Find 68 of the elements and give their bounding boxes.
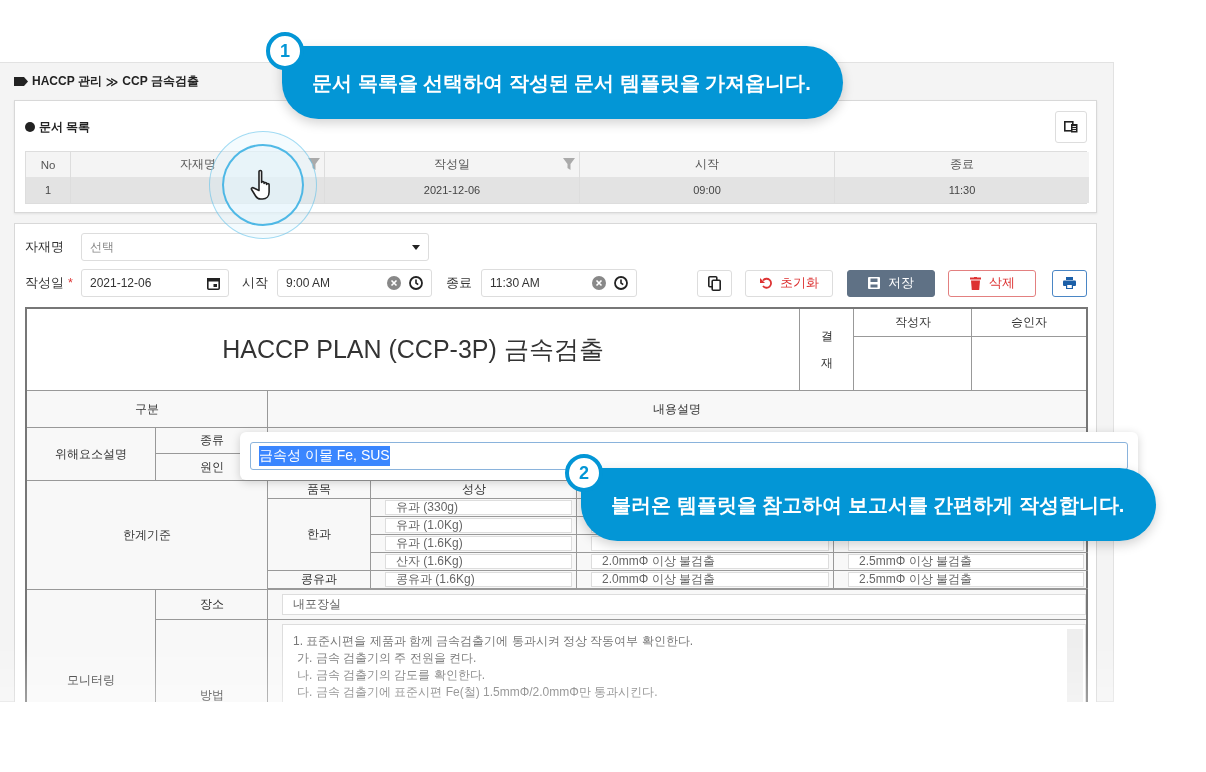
required-mark: * (68, 275, 73, 290)
save-button[interactable]: 저장 (847, 269, 935, 297)
date-field[interactable]: 2021-12-06 (81, 269, 229, 297)
input-field[interactable]: 내포장실 (282, 594, 1086, 615)
row-label: 모니터링 (27, 590, 156, 770)
signer-header: 작성자 (854, 309, 972, 337)
clear-icon[interactable] (592, 276, 606, 290)
row-label: 위해요소설명 (27, 428, 156, 481)
calendar-icon[interactable] (207, 276, 220, 290)
column-header[interactable]: 종료 (835, 152, 1089, 177)
input-field[interactable]: 2.5mmΦ 이상 불검출 (848, 572, 1084, 587)
tag-icon (14, 77, 28, 86)
field-label: 종료 (446, 274, 472, 292)
input-field[interactable]: 2.0mmΦ 이상 불검출 (591, 572, 829, 587)
input-field[interactable]: 2.5mmΦ 이상 불검출 (848, 554, 1084, 569)
breadcrumb-item[interactable]: HACCP 관리 (32, 73, 102, 90)
clock-icon[interactable] (409, 276, 423, 290)
input-field[interactable]: 산자 (1.6Kg) (385, 554, 572, 569)
row-label: 한계기준 (27, 481, 268, 590)
table-cell: 2021-12-06 (325, 177, 580, 203)
time-field[interactable]: 9:00 AM (277, 269, 432, 297)
input-field[interactable]: 유과 (1.6Kg) (385, 536, 572, 551)
column-header[interactable]: No (26, 152, 71, 177)
column-header: 내용설명 (268, 391, 1086, 428)
select-field[interactable]: 선택 (81, 233, 429, 261)
breadcrumb-item[interactable]: CCP 금속검출 (122, 73, 199, 90)
table-cell: 11:30 (835, 177, 1089, 203)
table-cell: 09:00 (580, 177, 835, 203)
print-button[interactable] (1052, 269, 1087, 297)
column-header[interactable]: 작성일 (325, 152, 580, 177)
delete-button[interactable]: 삭제 (948, 269, 1036, 297)
reset-button[interactable]: 초기화 (745, 269, 833, 297)
bullet-icon (25, 122, 35, 132)
column-header[interactable]: 자재명 (71, 152, 325, 177)
input-field[interactable]: 2.0mmΦ 이상 불검출 (591, 554, 829, 569)
table-cell: 1 (26, 177, 71, 203)
clock-icon[interactable] (614, 276, 628, 290)
table-cell: 콩유과 (268, 571, 371, 589)
trash-icon (969, 276, 981, 290)
export-button[interactable] (1055, 111, 1087, 143)
signer-header: 승인자 (972, 309, 1086, 337)
field-label: 자재명 (25, 238, 65, 256)
filter-icon[interactable] (563, 158, 575, 170)
column-header: 구분 (27, 391, 268, 428)
printer-icon (1063, 277, 1076, 289)
clear-icon[interactable] (387, 276, 401, 290)
approval-label: 결재 (820, 328, 833, 372)
step-number-badge: 1 (266, 32, 304, 70)
field-label: 작성일 * (25, 274, 74, 292)
row-label: 장소 (156, 590, 268, 620)
undo-icon (759, 277, 772, 289)
filter-icon[interactable] (308, 158, 320, 170)
document-title: HACCP PLAN (CCP-3P) 금속검출 (27, 309, 800, 391)
time-field[interactable]: 11:30 AM (481, 269, 637, 297)
copy-icon (708, 275, 721, 291)
input-field[interactable]: 유과 (1.0Kg) (385, 518, 572, 533)
input-field[interactable]: 콩유과 (1.6Kg) (385, 572, 572, 587)
field-label: 시작 (242, 274, 268, 292)
input-field[interactable]: 유과 (330g) (385, 500, 572, 515)
table-cell: 한과 (268, 499, 371, 571)
column-header[interactable]: 시작 (580, 152, 835, 177)
column-header: 품목 (268, 481, 371, 499)
caret-icon (412, 244, 420, 250)
document-icon (1064, 121, 1078, 133)
row-label: 방법 (156, 620, 268, 770)
copy-button[interactable] (697, 269, 732, 297)
breadcrumb-separator: ≫ (105, 74, 119, 89)
section-title: 문서 목록 (39, 118, 91, 136)
